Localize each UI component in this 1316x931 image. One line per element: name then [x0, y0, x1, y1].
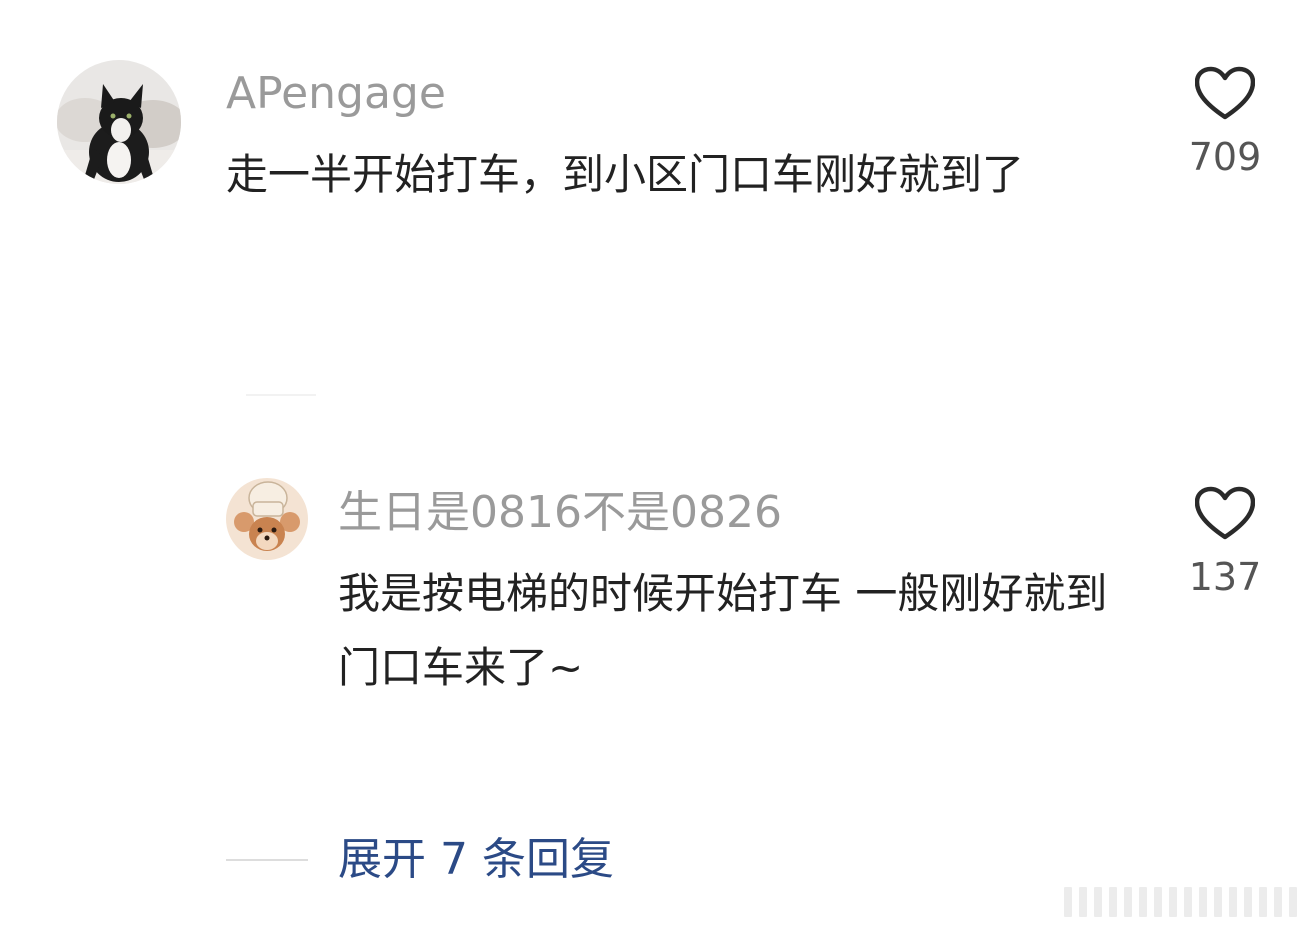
cartoon-mouse-avatar-image — [226, 478, 308, 560]
expand-divider-line — [226, 859, 308, 861]
comment-text: 我是按电梯的时候开始打车 一般刚好就到门口车来了~ — [338, 569, 1108, 692]
expand-replies-row[interactable]: 展开 7 条回复 — [226, 828, 614, 892]
like-count: 137 — [1188, 555, 1262, 599]
comment-username[interactable]: 生日是0816不是0826 — [338, 487, 782, 539]
expand-replies-link[interactable]: 展开 7 条回复 — [338, 828, 614, 892]
divider — [246, 394, 316, 396]
heart-outline-icon[interactable] — [1195, 66, 1255, 122]
comment-username[interactable]: APengage — [226, 68, 446, 120]
like-control[interactable]: 137 — [1170, 486, 1280, 600]
comment-text: 走一半开始打车，到小区门口车刚好就到了 — [226, 150, 1025, 199]
like-control[interactable]: 709 — [1170, 66, 1280, 180]
cat-avatar-image — [57, 60, 181, 184]
watermark — [1064, 887, 1297, 917]
avatar[interactable] — [57, 60, 181, 184]
like-count: 709 — [1188, 135, 1262, 179]
avatar[interactable] — [226, 478, 308, 560]
heart-outline-icon[interactable] — [1195, 486, 1255, 542]
